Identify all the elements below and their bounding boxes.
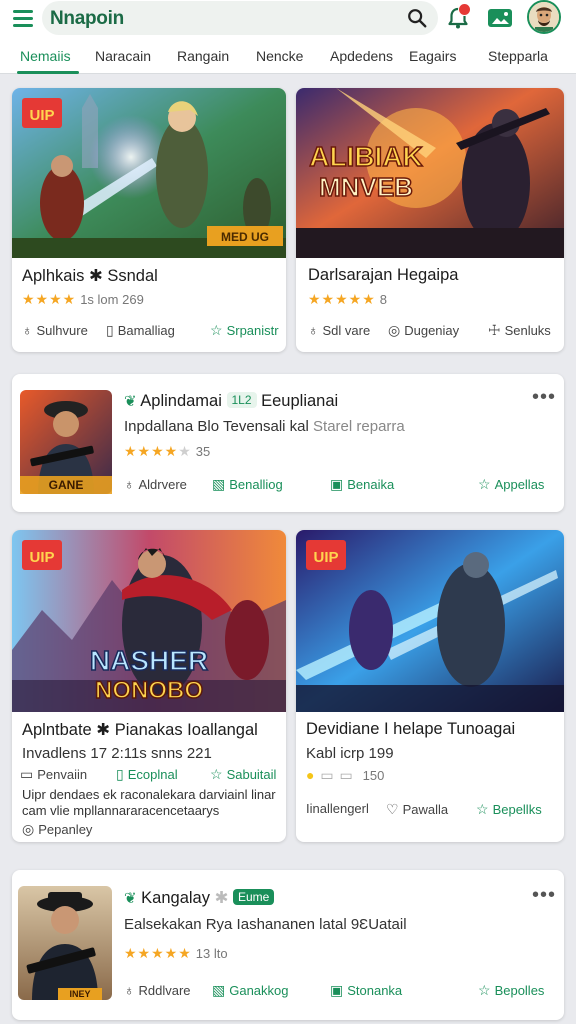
rating-text: 1s lom 269 bbox=[80, 292, 144, 307]
game-card[interactable]: UIP Devidiane I helape Tunoagai Kabl icr… bbox=[296, 530, 564, 842]
notification-badge bbox=[458, 3, 471, 16]
game-thumbnail: UIP MED UG bbox=[12, 88, 286, 258]
game-card[interactable]: UIP NASHER NONOBO Aplntbate ✱ Pianakas I… bbox=[12, 530, 286, 842]
more-options-icon[interactable]: ••• bbox=[532, 884, 556, 907]
action-item[interactable]: ♁ Sulhvure bbox=[22, 322, 88, 338]
rating-row: ● ▭ ▭ 150 bbox=[306, 767, 385, 783]
action-item[interactable]: ♁ Rddlvare bbox=[124, 982, 191, 998]
tab-nencke[interactable]: Nencke bbox=[256, 48, 303, 64]
game-title: Aplntbate ✱ Pianakas Ioallangal bbox=[22, 721, 258, 739]
brand-title: Nnapoin bbox=[50, 8, 124, 29]
action-item[interactable]: ☆ Bepolles bbox=[478, 982, 544, 999]
game-subtitle: Kabl icrp 199 bbox=[306, 745, 394, 762]
menu-icon[interactable] bbox=[12, 7, 34, 29]
rating-text: 8 bbox=[379, 292, 387, 307]
thumbnail-title-line1: ALIBIAK bbox=[309, 141, 423, 172]
action-item[interactable]: ♡ Pawalla bbox=[386, 801, 448, 818]
action-item[interactable]: ☩ Senluks bbox=[488, 322, 551, 339]
tag-badge: 1L2 bbox=[226, 392, 257, 408]
action-item[interactable]: ▧ Ganakkog bbox=[212, 982, 289, 999]
game-card-wide[interactable]: GANE ❦ Aplindamai 1L2 Eeuplianai Inpdall… bbox=[12, 374, 564, 512]
thumbnail-badge: UIP bbox=[29, 107, 54, 124]
tab-naracain[interactable]: Naracain bbox=[95, 48, 151, 64]
game-thumbnail: UIP NASHER NONOBO bbox=[12, 530, 286, 712]
tag-badge: Eume bbox=[233, 889, 275, 905]
action-item[interactable]: ☆ Appellas bbox=[478, 476, 544, 493]
thumbnail-title-line2: MNVEB bbox=[319, 172, 413, 202]
game-title: ❦ Kangalay ✱ Eume bbox=[124, 888, 275, 908]
rating-text: 13 lto bbox=[195, 946, 228, 961]
action-item[interactable]: ▧ Benalliog bbox=[212, 476, 283, 493]
avatar[interactable] bbox=[527, 0, 561, 34]
tab-stepparla[interactable]: Stepparla bbox=[488, 48, 548, 64]
game-subtitle: Invadlens 17 2:11s snns 221 bbox=[22, 745, 212, 762]
action-item[interactable]: Iinallengerl bbox=[306, 801, 369, 816]
game-thumbnail: ALIBIAK MNVEB bbox=[296, 88, 564, 258]
footer-item[interactable]: ◎ Pepanley bbox=[22, 821, 92, 838]
tab-rangain[interactable]: Rangain bbox=[177, 48, 229, 64]
active-tab-indicator bbox=[17, 71, 79, 74]
star-rating: ★★★★★ 13 lto bbox=[124, 945, 228, 961]
leaf-icon: ❦ bbox=[124, 393, 137, 410]
tab-nemaiis[interactable]: Nemaiis bbox=[20, 48, 71, 64]
action-item[interactable]: ▯ Ecoplnal bbox=[116, 766, 178, 783]
search-icon[interactable] bbox=[406, 7, 428, 29]
game-description: Uipr dendaes ek raconalekara darviainl l… bbox=[22, 787, 276, 818]
action-item[interactable]: ☆ Srpanistr bbox=[210, 322, 279, 339]
thumbnail-title-line1: NASHER bbox=[90, 645, 208, 676]
action-item[interactable]: ☆ Bepellks bbox=[476, 801, 542, 818]
action-item[interactable]: ☆ Sabuitail bbox=[210, 766, 276, 783]
game-card[interactable]: ALIBIAK MNVEB Darlsarajan Hegaipa ★★★★★ 8… bbox=[296, 88, 564, 352]
game-title: Devidiane I helape Tunoagai bbox=[306, 720, 516, 738]
settings-icon: ✱ bbox=[214, 889, 229, 907]
action-item[interactable]: ▯ Bamalliag bbox=[106, 322, 175, 339]
leaf-icon: ❦ bbox=[124, 890, 137, 907]
more-options-icon[interactable]: ••• bbox=[532, 386, 556, 409]
game-title: Aplhkais ✱ Ssndal bbox=[22, 267, 158, 285]
action-item[interactable]: ▣ Benaika bbox=[330, 476, 394, 493]
action-item[interactable]: ♁ Aldrvere bbox=[124, 476, 187, 492]
thumbnail-badge: UIP bbox=[313, 549, 338, 566]
action-item[interactable]: ◎ Dugeniay bbox=[388, 322, 459, 339]
game-title: Darlsarajan Hegaipa bbox=[308, 266, 459, 284]
game-subtitle: Ealsekakan Rya Iashananen latal 9ƐUatail bbox=[124, 916, 407, 933]
game-thumbnail: UIP bbox=[296, 530, 564, 712]
thumbnail-title-line2: NONOBO bbox=[95, 677, 203, 704]
thumbnail-corner-label: MED UG bbox=[221, 230, 269, 244]
star-rating: ★★★★★ 35 bbox=[124, 443, 211, 459]
tab-eagairs[interactable]: Eagairs bbox=[409, 48, 456, 64]
thumbnail-badge: UIP bbox=[29, 549, 54, 566]
game-thumbnail: INEY bbox=[18, 886, 112, 1000]
thumbnail-label: GANE bbox=[49, 478, 84, 492]
media-icon[interactable] bbox=[487, 6, 513, 30]
action-item[interactable]: ♁ Sdl vare bbox=[308, 322, 370, 338]
action-item[interactable]: ▭ Penvaiin bbox=[20, 766, 87, 783]
search-bar[interactable]: Nnapoin bbox=[42, 1, 438, 35]
rating-text: 35 bbox=[195, 444, 211, 459]
game-thumbnail: GANE bbox=[20, 390, 112, 494]
game-title: ❦ Aplindamai 1L2 Eeuplianai bbox=[124, 392, 339, 410]
rating-text: 150 bbox=[362, 768, 385, 783]
star-rating: ★★★★ 1s lom 269 bbox=[22, 291, 144, 307]
game-card-wide[interactable]: INEY ❦ Kangalay ✱ Eume Ealsekakan Rya Ia… bbox=[12, 870, 564, 1020]
game-subtitle: Inpdallana Blo Tevensali kal Starel repa… bbox=[124, 418, 405, 435]
star-rating: ★★★★★ 8 bbox=[308, 291, 387, 307]
category-tabs: Nemaiis Naracain Rangain Nencke Apdedens… bbox=[0, 36, 576, 74]
action-item[interactable]: ▣ Stonanka bbox=[330, 982, 402, 999]
thumbnail-label: INEY bbox=[69, 989, 90, 999]
tab-apdedens[interactable]: Apdedens bbox=[330, 48, 393, 64]
game-card[interactable]: UIP MED UG Aplhkais ✱ Ssndal ★★★★ 1s lom … bbox=[12, 88, 286, 352]
app-bar: Nnapoin bbox=[0, 0, 576, 36]
